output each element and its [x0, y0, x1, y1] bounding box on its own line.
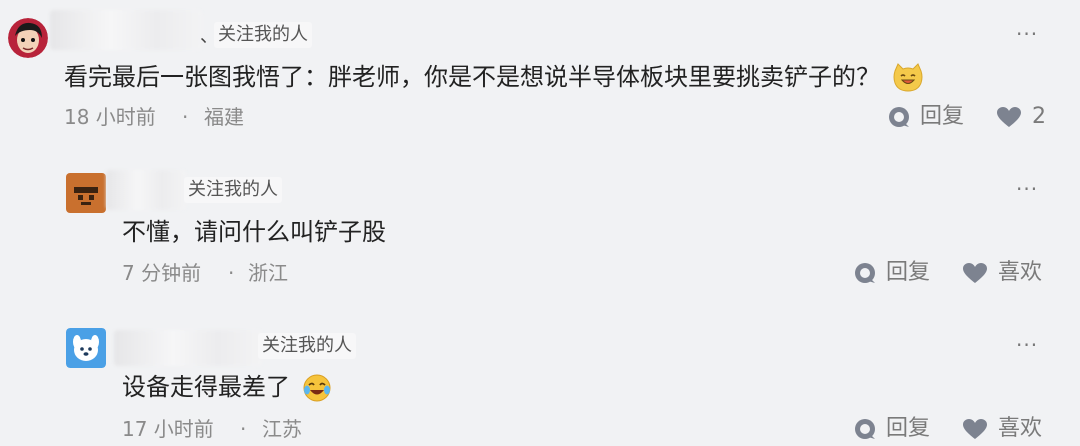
comment-time: 7 分钟前 — [122, 261, 202, 285]
meta-dot: · — [182, 105, 189, 129]
grinning-cat-emoji-icon — [893, 63, 923, 92]
meta-dot: · — [240, 417, 247, 441]
comment-text: 看完最后一张图我悟了：胖老师，你是不是想说半导体板块里要挑卖铲子的？ — [64, 60, 924, 94]
comment-text: 不懂，请问什么叫铲子股 — [122, 215, 386, 249]
follow-tag: 关注我的人 — [258, 333, 356, 359]
follow-tag: 关注我的人 — [214, 22, 312, 48]
comment-location: 江苏 — [262, 417, 302, 441]
heart-icon — [997, 107, 1021, 127]
reply-label: 回复 — [886, 416, 931, 441]
like-button[interactable]: 喜欢 — [962, 415, 1042, 443]
comment-body: 看完最后一张图我悟了：胖老师，你是不是想说半导体板块里要挑卖铲子的？ — [64, 63, 880, 91]
like-count: 2 — [1032, 104, 1046, 129]
comment-bubble-icon — [855, 419, 875, 439]
more-options-button[interactable]: ··· — [1016, 177, 1038, 201]
comment-time: 18 小时前 — [64, 105, 156, 129]
reply-button[interactable]: 回复 — [854, 259, 930, 287]
avatar[interactable] — [66, 328, 106, 368]
follow-tag: 关注我的人 — [184, 177, 282, 203]
comment-body: 不懂，请问什么叫铲子股 — [122, 218, 386, 246]
comment-time: 17 小时前 — [122, 417, 214, 441]
username-blurred[interactable] — [114, 330, 262, 366]
comment-bubble-icon — [855, 263, 875, 283]
username-blurred[interactable] — [50, 10, 202, 50]
reply-label: 回复 — [920, 104, 965, 129]
comment-body: 设备走得最差了 — [122, 373, 290, 401]
heart-icon — [963, 419, 987, 439]
more-options-button[interactable]: ··· — [1016, 333, 1038, 357]
like-button[interactable]: 2 — [996, 103, 1046, 131]
comment-location: 福建 — [204, 105, 244, 129]
comment-location: 浙江 — [248, 261, 288, 285]
crying-laughing-emoji-icon — [303, 374, 331, 402]
like-label: 喜欢 — [998, 416, 1043, 441]
more-options-button[interactable]: ··· — [1016, 22, 1038, 46]
meta-dot: · — [228, 261, 235, 285]
reply-button[interactable]: 回复 — [888, 103, 964, 131]
comment-text: 设备走得最差了 — [122, 370, 332, 404]
avatar[interactable] — [66, 173, 106, 213]
comment-bubble-icon — [889, 107, 909, 127]
heart-icon — [963, 263, 987, 283]
reply-button[interactable]: 回复 — [854, 415, 930, 443]
avatar[interactable] — [8, 18, 48, 58]
reply-label: 回复 — [886, 260, 931, 285]
like-label: 喜欢 — [998, 260, 1043, 285]
like-button[interactable]: 喜欢 — [962, 259, 1042, 287]
username-blurred[interactable] — [106, 170, 186, 210]
